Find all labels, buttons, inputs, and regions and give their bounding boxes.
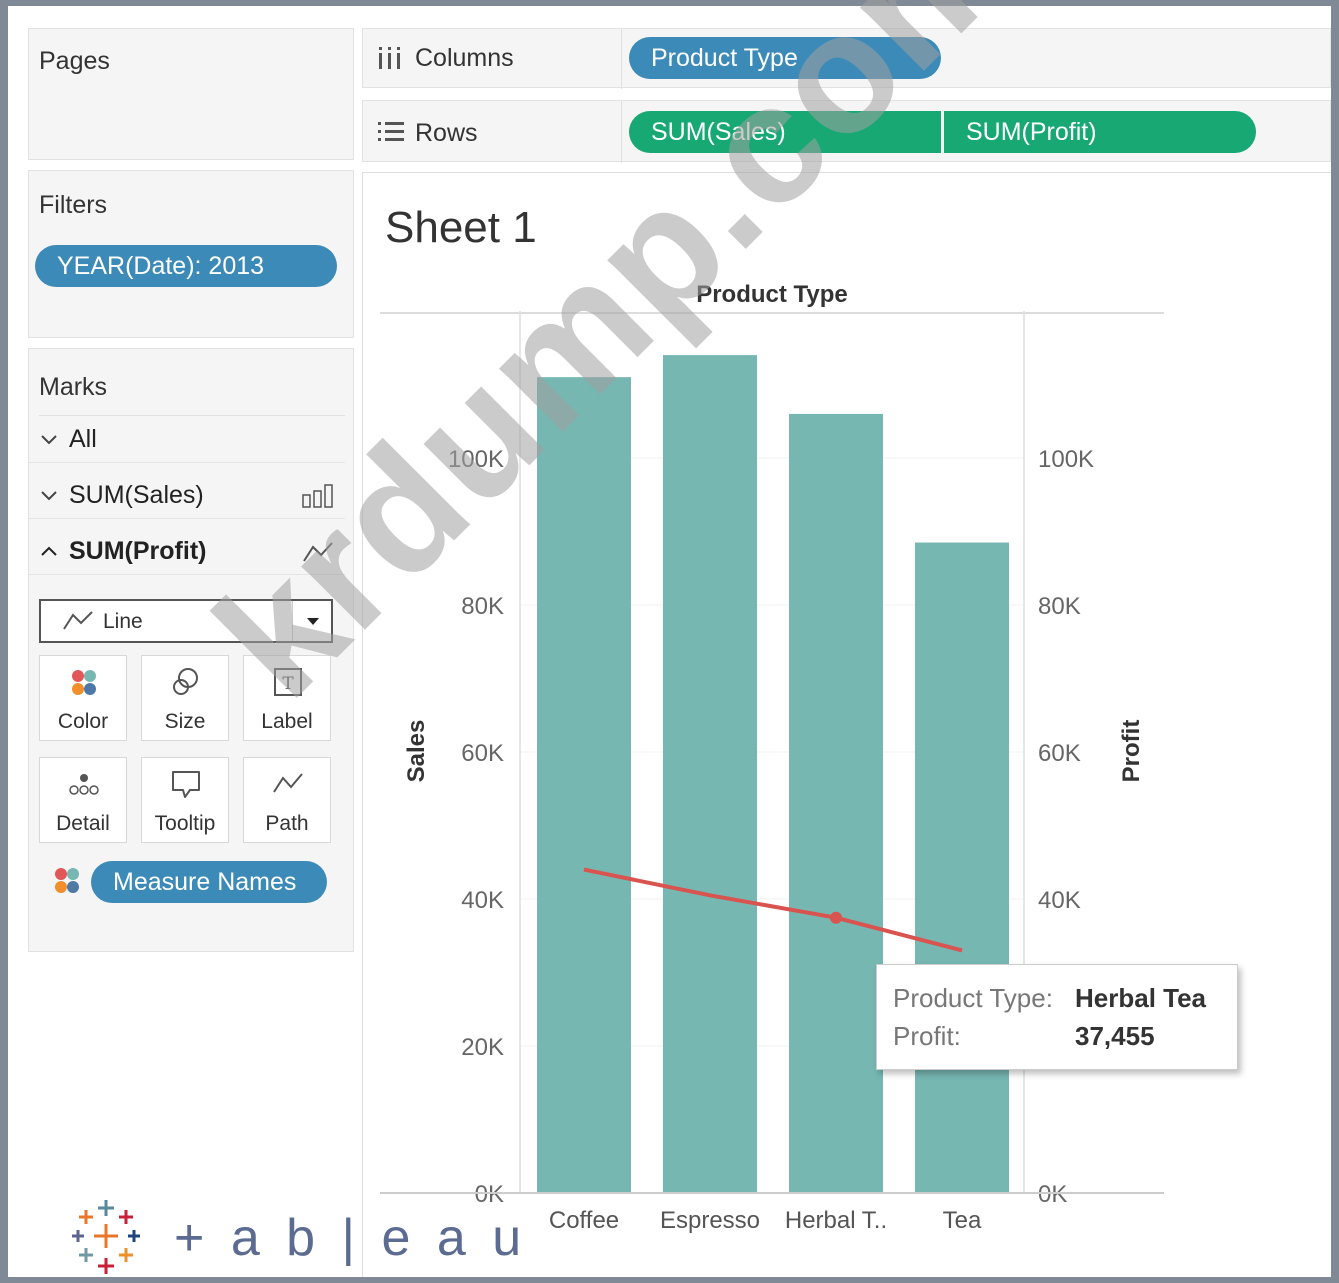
tooltip-value-profit: 37,455 [1075, 1021, 1155, 1051]
y2-tick-label: 60K [1038, 740, 1081, 767]
y2-tick-label: 100K [1038, 446, 1094, 473]
x-tick-label: Coffee [549, 1207, 619, 1234]
sales-bar [789, 413, 883, 1193]
tooltip-key-profit: Profit: [893, 1021, 961, 1051]
y2-tick-label: 80K [1038, 593, 1081, 620]
tooltip-key-product-type: Product Type: [893, 983, 1053, 1013]
y-tick-label: 20K [461, 1034, 504, 1061]
y2-tick-label: 40K [1038, 887, 1081, 914]
x-tick-label: Tea [943, 1207, 982, 1234]
y2-axis-title: Profit [1118, 720, 1145, 783]
tableau-window: Pages Columns Product Type Rows SUM(Sale… [8, 0, 1331, 1277]
x-tick-label: Herbal T.. [785, 1207, 887, 1234]
y-tick-label: 40K [461, 887, 504, 914]
y-tick-label: 80K [461, 593, 504, 620]
sales-bar [663, 355, 757, 1194]
chart-tooltip: Product Type: Herbal Tea Profit: 37,455 [876, 964, 1238, 1070]
tableau-wordmark: + a b | e a u [174, 1209, 528, 1267]
profit-line [583, 867, 963, 953]
x-tick-label: Espresso [660, 1207, 760, 1234]
tableau-logo: + a b | e a u [56, 1196, 521, 1276]
y2-tick-label: 0K [1038, 1181, 1067, 1208]
tableau-logo-mark [72, 1200, 140, 1274]
sales-bar [915, 542, 1009, 1193]
tooltip-value-product-type: Herbal Tea [1075, 983, 1207, 1013]
y-tick-label: 60K [461, 740, 504, 767]
y-axis-title: Sales [403, 720, 430, 783]
profit-point-highlight [830, 911, 842, 924]
